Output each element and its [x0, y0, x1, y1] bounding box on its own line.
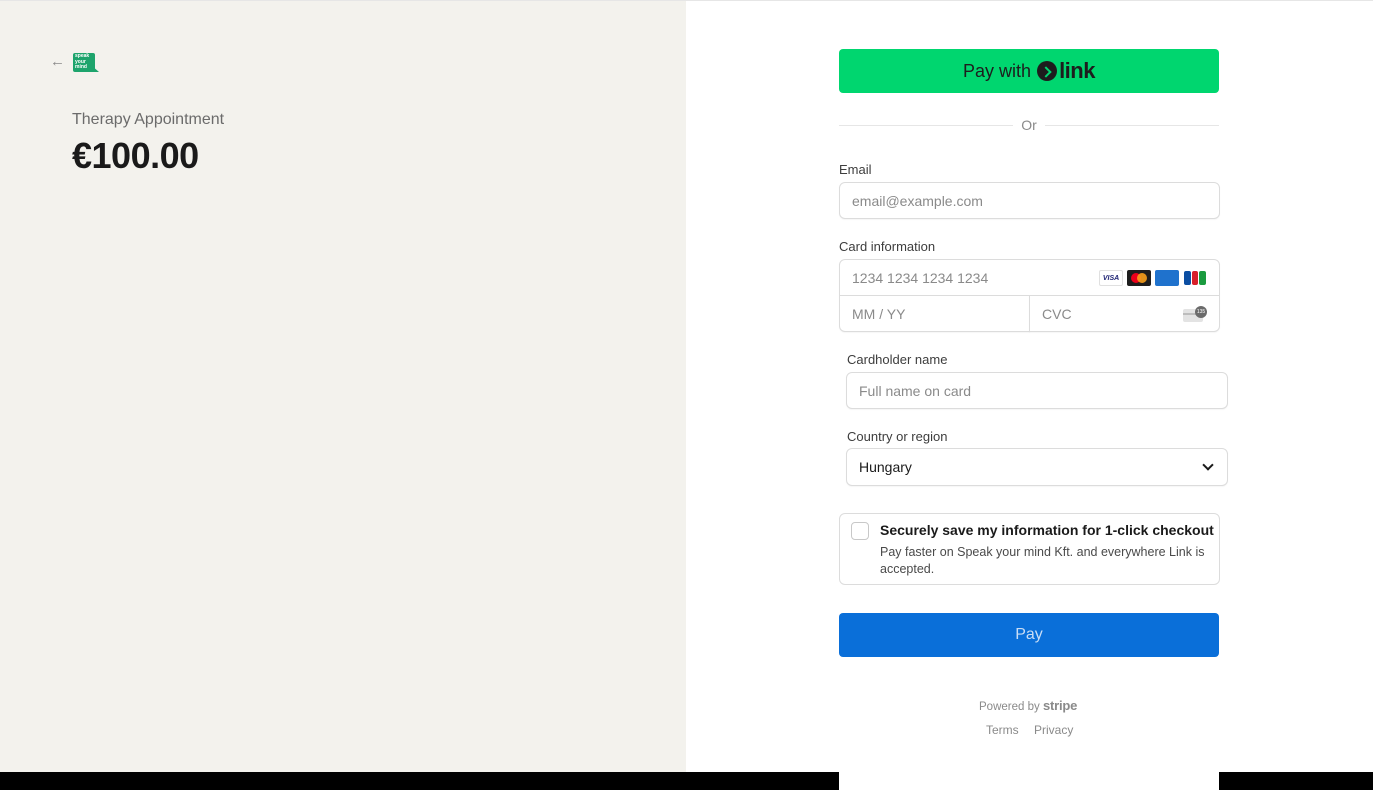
terms-link[interactable]: Terms	[986, 723, 1019, 737]
email-field[interactable]	[840, 183, 1219, 218]
save-info-description: Pay faster on Speak your mind Kft. and e…	[880, 545, 1205, 576]
logo-tail	[91, 65, 99, 72]
pay-with-link-button[interactable]: Pay with link	[839, 49, 1219, 93]
cvc-badge: 135	[1195, 306, 1207, 318]
merchant-logo[interactable]: speak your mind	[73, 53, 100, 73]
country-select[interactable]: Hungary	[846, 448, 1228, 486]
total-price: €100.00	[72, 135, 199, 176]
pay-with-label: Pay with	[963, 60, 1032, 81]
or-divider-right	[1045, 125, 1219, 126]
payment-panel-overflow	[839, 772, 1219, 790]
save-info-box: Securely save my information for 1-click…	[839, 513, 1220, 585]
mastercard-icon	[1127, 270, 1151, 286]
link-arrow-icon	[1037, 61, 1058, 81]
powered-by-stripe[interactable]: Powered by stripe	[979, 698, 1077, 713]
country-label: Country or region	[847, 429, 948, 444]
logo-text-line: mind	[75, 64, 87, 70]
top-divider	[0, 0, 1373, 1]
cardholder-label: Cardholder name	[847, 352, 948, 367]
back-arrow-icon[interactable]: ←	[50, 54, 66, 70]
pay-button[interactable]: Pay	[839, 613, 1219, 657]
privacy-link[interactable]: Privacy	[1034, 723, 1073, 737]
country-value: Hungary	[859, 459, 912, 475]
stripe-logo: stripe	[1042, 698, 1078, 713]
cvc-wrapper: 135	[1029, 295, 1220, 332]
save-info-title: Securely save my information for 1-click…	[880, 522, 1214, 538]
email-field-wrapper	[839, 182, 1220, 219]
card-brands: VISA	[1099, 270, 1207, 286]
expiry-wrapper	[839, 295, 1030, 332]
jcb-icon	[1183, 270, 1207, 286]
expiry-field[interactable]	[840, 296, 1029, 331]
product-name: Therapy Appointment	[72, 111, 225, 128]
cardholder-name-field[interactable]	[847, 373, 1227, 408]
cvc-card-icon: 135	[1183, 306, 1207, 322]
card-information-label: Card information	[839, 239, 936, 254]
or-divider-left	[839, 125, 1013, 126]
amex-icon	[1155, 270, 1179, 286]
or-divider-text: Or	[1021, 117, 1037, 133]
card-number-wrapper: VISA	[839, 259, 1220, 296]
email-label: Email	[839, 162, 872, 177]
visa-icon: VISA	[1099, 270, 1123, 286]
save-info-checkbox[interactable]	[851, 522, 869, 540]
link-logo-text: link	[1059, 58, 1095, 83]
powered-by-label: Powered by	[979, 701, 1040, 713]
cardholder-wrapper	[846, 372, 1228, 409]
logo-text: speak your mind	[75, 53, 89, 71]
chevron-down-icon	[1202, 459, 1214, 471]
